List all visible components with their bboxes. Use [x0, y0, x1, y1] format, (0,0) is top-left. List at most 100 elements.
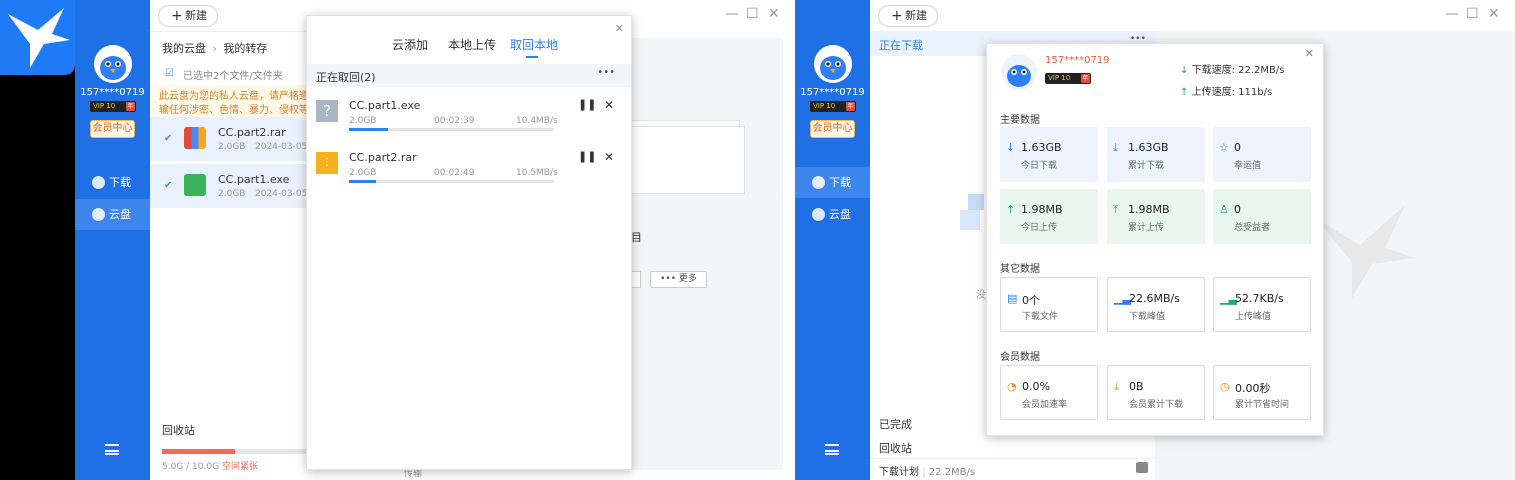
- stat-card: ♙ 0 总受益者: [1213, 189, 1311, 244]
- dialog-close-icon[interactable]: ✕: [615, 22, 624, 35]
- file-name: CC.part2.rar: [218, 126, 286, 139]
- nav-cloud[interactable]: 云盘: [795, 199, 870, 230]
- file-size: 2.0GB: [218, 142, 246, 152]
- bird-logo-icon: [8, 8, 70, 68]
- avatar[interactable]: [1001, 54, 1037, 90]
- tab-cloud-add[interactable]: 云添加: [392, 36, 428, 53]
- storage-text: 5.0G / 10.0G 空间紧张: [162, 462, 258, 472]
- cloud-icon: [812, 208, 825, 221]
- download-orange-icon: ⤓: [1114, 380, 1119, 393]
- more-dots-icon: •••: [660, 274, 677, 284]
- item-size: 2.0GB: [349, 168, 377, 178]
- stat-card: ▁▃ 22.6MB/s 下载峰值: [1107, 277, 1205, 332]
- bird-avatar-icon: [94, 45, 132, 83]
- breadcrumb-current[interactable]: 我的转存: [223, 42, 267, 55]
- close-icon[interactable]: ✕: [768, 6, 780, 22]
- row-checkbox[interactable]: ✔: [164, 134, 174, 144]
- rar-file-icon: [184, 127, 206, 149]
- completed-link[interactable]: 已完成: [879, 416, 912, 432]
- popup-close-icon[interactable]: ✕: [1305, 47, 1314, 60]
- stat-card: ⤒ 1.98MB 累计上传: [1107, 189, 1205, 244]
- unknown-file-icon: ?: [316, 100, 338, 122]
- nav-cloud[interactable]: 云盘: [75, 199, 150, 230]
- arrow-up-icon: ↑: [1180, 87, 1189, 98]
- gauge-icon: ◔: [1007, 380, 1017, 393]
- stat-card: ◔ 0.0% 会员加速率: [1000, 365, 1098, 420]
- arrow-up-icon: ↑: [1006, 203, 1016, 216]
- star-icon: ☆: [1219, 141, 1229, 154]
- item-speed: 10.4MB/s: [516, 116, 558, 126]
- lock-icon[interactable]: [1136, 462, 1148, 473]
- avatar[interactable]: [814, 45, 852, 83]
- breadcrumb-separator: ›: [212, 42, 217, 55]
- notice-banner: 此云盘为您的私人云盘，请严格遵循 输任何涉密、色情、暴力、侵权等违法: [150, 85, 310, 117]
- transfer-dialog: ✕ 云添加 本地上传 取回本地 正在取回(2) ••• ? CC.part1.e…: [306, 15, 632, 470]
- item-time: 00:02:49: [434, 168, 475, 178]
- menu-icon[interactable]: [105, 444, 119, 455]
- list-item[interactable]: ⋮ CC.part2.rar 2.0GB 00:02:49 10.5MB/s ❚…: [307, 142, 631, 192]
- breadcrumb-root[interactable]: 我的云盘: [162, 42, 206, 55]
- divider: [150, 31, 310, 32]
- pause-icon[interactable]: ❚❚: [578, 150, 596, 163]
- table-row[interactable]: ✔ CC.part1.exe 2.0GB 2024-03-05 2: [150, 164, 310, 208]
- pause-icon[interactable]: ❚❚: [578, 98, 596, 111]
- member-center-button[interactable]: 会员中心: [810, 120, 855, 138]
- download-plan[interactable]: 下载计划 | 22.2MB/s: [879, 463, 975, 478]
- tab-local-upload[interactable]: 本地上传: [448, 36, 496, 53]
- section-header: 正在取回(2) •••: [307, 64, 631, 87]
- maximize-icon[interactable]: ☐: [746, 6, 759, 22]
- minimize-icon[interactable]: —: [1445, 6, 1459, 22]
- cancel-icon[interactable]: ✕: [604, 98, 614, 112]
- minimize-icon[interactable]: —: [725, 6, 739, 22]
- recycle-bin-link[interactable]: 回收站: [162, 422, 195, 438]
- upload-bar-icon: ⤒: [1113, 203, 1118, 216]
- more-icon[interactable]: •••: [597, 67, 615, 78]
- table-row[interactable]: ✔ CC.part2.rar 2.0GB 2024-03-05 2: [150, 117, 310, 161]
- stat-card: ▤ 0个 下载文件: [1000, 277, 1098, 332]
- recycle-bin-link[interactable]: 回收站: [879, 440, 912, 456]
- main-data-title: 主要数据: [1000, 115, 1040, 126]
- member-center-button[interactable]: 会员中心: [90, 120, 135, 138]
- vip-badge: VIP 10 年: [1045, 73, 1091, 84]
- new-button[interactable]: 新建: [878, 5, 938, 27]
- exe-file-icon: [184, 174, 206, 196]
- select-all-checkbox[interactable]: ☑: [165, 69, 175, 79]
- notice-line-1: 此云盘为您的私人云盘，请严格遵循: [159, 91, 310, 102]
- stat-card: ⤓ 1.63GB 累计下载: [1107, 127, 1205, 182]
- list-item[interactable]: ? CC.part1.exe 2.0GB 00:02:39 10.4MB/s ❚…: [307, 90, 631, 140]
- other-data-title: 其它数据: [1000, 264, 1040, 275]
- download-icon: [92, 176, 105, 189]
- maximize-icon[interactable]: ☐: [1466, 6, 1479, 22]
- nav-download[interactable]: 下载: [795, 167, 870, 198]
- downloading-label: 正在下载: [879, 39, 923, 52]
- stats-popup: ✕ 157****0719 VIP 10 年 ↓ 下载速度: 22.2MB/s ↑…: [986, 43, 1324, 436]
- stat-card: ⤓ 0B 会员累计下载: [1107, 365, 1205, 420]
- clock-icon: ◷: [1220, 380, 1230, 393]
- cancel-icon[interactable]: ✕: [604, 150, 614, 164]
- file-size: 2.0GB: [218, 189, 246, 199]
- new-button[interactable]: 新建: [158, 5, 218, 27]
- bird-watermark-icon: [1315, 205, 1415, 298]
- nav-download[interactable]: 下载: [75, 167, 150, 198]
- notice-line-2: 输任何涉密、色情、暴力、侵权等违法: [159, 105, 310, 116]
- storage-bar: [162, 449, 307, 454]
- tab-retrieve-local[interactable]: 取回本地: [510, 36, 558, 53]
- vip-badge: VIP 10 年: [810, 101, 856, 112]
- person-icon: ♙: [1219, 203, 1229, 216]
- empty-text: 没: [976, 290, 986, 301]
- item-time: 00:02:39: [434, 116, 475, 126]
- breadcrumb: 我的云盘 › 我的转存: [162, 40, 267, 56]
- download-speed: ↓ 下载速度: 22.2MB/s: [1180, 65, 1285, 76]
- selection-bar: ☑ 已选中2个文件/文件夹: [150, 62, 310, 86]
- section-title: 正在取回(2): [316, 71, 376, 84]
- menu-icon[interactable]: [825, 444, 839, 455]
- avatar[interactable]: [94, 45, 132, 83]
- vip-badge: VIP 10 年: [90, 101, 136, 112]
- bird-avatar-icon: [814, 45, 852, 83]
- row-checkbox[interactable]: ✔: [164, 181, 174, 191]
- close-icon[interactable]: ✕: [1488, 6, 1500, 22]
- more-button[interactable]: ••• 更多: [650, 271, 707, 288]
- selection-text: 已选中2个文件/文件夹: [183, 71, 283, 82]
- stat-card: ☆ 0 幸运值: [1213, 127, 1311, 182]
- item-name: CC.part2.rar: [349, 151, 417, 164]
